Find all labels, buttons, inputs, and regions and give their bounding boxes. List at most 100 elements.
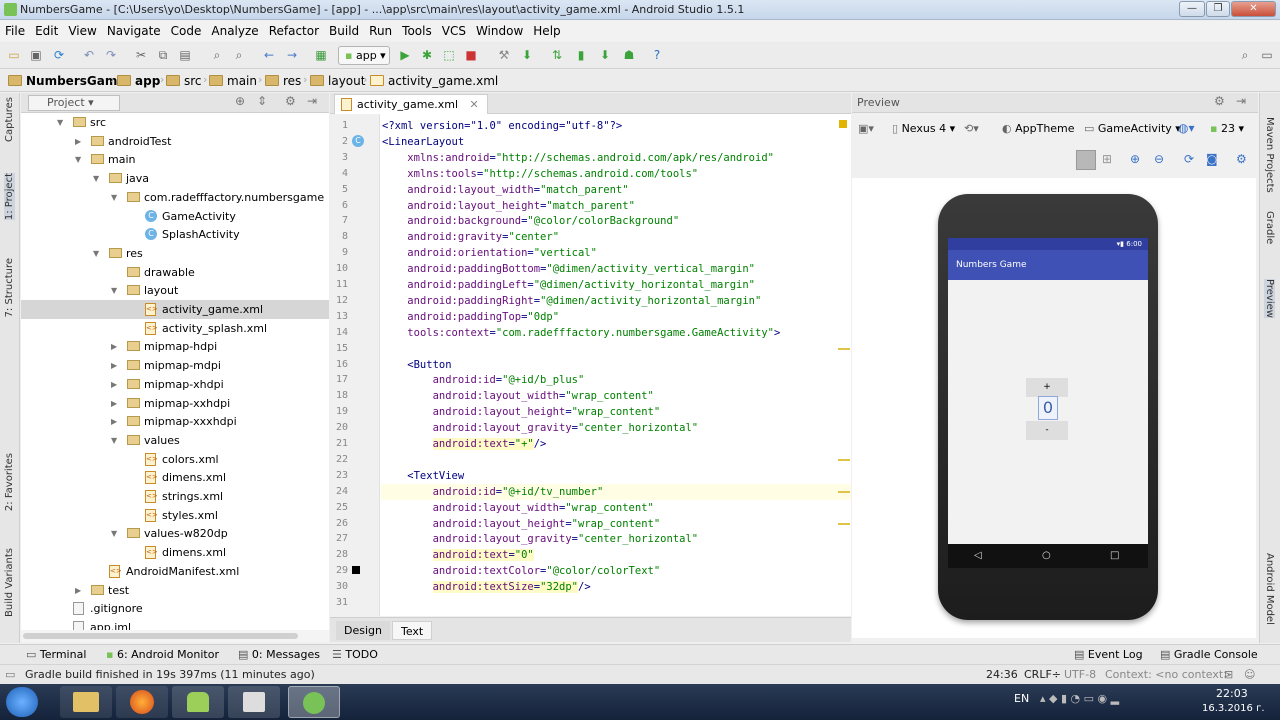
menu-file[interactable]: File	[0, 21, 30, 41]
captures-tab[interactable]: Captures	[4, 97, 15, 142]
menu-analyze[interactable]: Analyze	[206, 21, 263, 41]
hide-icon[interactable]: ⇥	[307, 94, 317, 108]
warning-marker[interactable]	[838, 458, 850, 461]
firefox-taskbar-icon[interactable]	[116, 686, 168, 718]
number-textview-preview[interactable]: 0	[1038, 396, 1058, 420]
tree-item[interactable]: <> dimens.xml	[21, 468, 329, 487]
sync-icon[interactable]: ⟳	[50, 46, 68, 64]
tree-item[interactable]: ▼ res	[21, 244, 329, 263]
maven-projects-tab[interactable]: Maven Projects	[1264, 117, 1275, 193]
back-icon[interactable]: ←	[260, 46, 278, 64]
tree-item[interactable]: .gitignore	[21, 599, 329, 618]
menu-tools[interactable]: Tools	[397, 21, 437, 41]
menu-edit[interactable]: Edit	[30, 21, 63, 41]
project-tab[interactable]: 1: Project	[4, 173, 15, 221]
rendering-options-icon[interactable]: ▣▾	[858, 122, 874, 135]
todo-tab[interactable]: ☰ TODO	[332, 645, 378, 665]
avd-manager-icon[interactable]: ▮	[572, 46, 590, 64]
tree-item[interactable]: ▼ values-w820dp	[21, 524, 329, 543]
hide-icon[interactable]: ⇥	[1236, 94, 1246, 108]
api-dropdown[interactable]: ▪ 23 ▾	[1210, 122, 1244, 135]
breadcrumb-main[interactable]: main	[209, 73, 257, 89]
collapse-all-icon[interactable]: ⇕	[257, 94, 267, 108]
tree-item[interactable]: ▶ mipmap-hdpi	[21, 337, 329, 356]
context-indicator[interactable]: Context: <no context>	[1105, 665, 1232, 685]
favorites-tab[interactable]: 2: Favorites	[4, 453, 15, 511]
tree-item[interactable]: C SplashActivity	[21, 225, 329, 244]
menu-code[interactable]: Code	[166, 21, 207, 41]
android-device-monitor-icon[interactable]: ☗	[620, 46, 638, 64]
tree-item[interactable]: ▶ androidTest	[21, 132, 329, 151]
orientation-icon[interactable]: ⟲▾	[964, 122, 979, 135]
clock-time[interactable]: 22:03	[1216, 687, 1248, 700]
breadcrumb-file[interactable]: activity_game.xml	[370, 73, 498, 89]
forward-icon[interactable]: →	[283, 46, 301, 64]
android-sdk-taskbar-icon[interactable]	[172, 686, 224, 718]
event-log-tab[interactable]: ▤ Event Log	[1074, 645, 1143, 665]
tree-item[interactable]: ▶ test	[21, 581, 329, 600]
tree-item[interactable]: ▶ mipmap-xxhdpi	[21, 394, 329, 413]
breadcrumb-res[interactable]: res	[265, 73, 301, 89]
back-nav-icon[interactable]: ◁	[974, 544, 982, 568]
refresh-icon[interactable]: ⟳	[1184, 152, 1194, 166]
toggle-tool-buttons-icon[interactable]: ▭	[5, 665, 15, 685]
android-model-tab[interactable]: Android Model	[1264, 553, 1275, 625]
expand-arrow-icon[interactable]: ▶	[111, 356, 121, 375]
save-icon[interactable]: ▣	[27, 46, 45, 64]
gradle-console-tab[interactable]: ▤ Gradle Console	[1160, 645, 1258, 665]
help-icon[interactable]: ?	[648, 46, 666, 64]
collapse-arrow-icon[interactable]: ▼	[111, 188, 121, 207]
expand-arrow-icon[interactable]: ▶	[75, 132, 85, 151]
tree-item[interactable]: ▼ layout	[21, 281, 329, 300]
paste-icon[interactable]: ▤	[176, 46, 194, 64]
breadcrumb-numbersgame[interactable]: NumbersGame	[8, 73, 125, 89]
tree-item[interactable]: <> activity_game.xml	[21, 300, 329, 319]
minus-button-preview[interactable]: -	[1026, 421, 1068, 440]
tree-item[interactable]: <> styles.xml	[21, 506, 329, 525]
collapse-arrow-icon[interactable]: ▼	[75, 150, 85, 169]
maximize-button[interactable]: ❐	[1206, 1, 1230, 17]
tree-item[interactable]: ▼ src	[21, 113, 329, 132]
cut-icon[interactable]: ✂	[132, 46, 150, 64]
language-indicator[interactable]: EN	[1014, 692, 1029, 705]
lock-icon[interactable]: ⊡	[1224, 665, 1233, 685]
menu-window[interactable]: Window	[471, 21, 528, 41]
file-encoding[interactable]: UTF-8	[1064, 665, 1096, 685]
messages-tab[interactable]: ▤ 0: Messages	[238, 645, 320, 665]
breadcrumb-layout[interactable]: layout	[310, 73, 365, 89]
attach-debugger-icon[interactable]: ⬚	[440, 46, 458, 64]
redo-icon[interactable]: ↷	[102, 46, 120, 64]
collapse-arrow-icon[interactable]: ▼	[57, 113, 67, 132]
expand-arrow-icon[interactable]: ▶	[111, 412, 121, 431]
warning-marker[interactable]	[838, 522, 850, 525]
structure-tab[interactable]: 7: Structure	[4, 258, 15, 317]
tree-item[interactable]: <> strings.xml	[21, 487, 329, 506]
inspector-icon[interactable]: ☺	[1244, 665, 1255, 685]
app-taskbar-icon[interactable]	[228, 686, 280, 718]
collapse-arrow-icon[interactable]: ▼	[111, 431, 121, 450]
menu-run[interactable]: Run	[364, 21, 397, 41]
tree-item[interactable]: drawable	[21, 263, 329, 282]
expand-arrow-icon[interactable]: ▶	[75, 581, 85, 600]
tree-item[interactable]: ▼ main	[21, 150, 329, 169]
tree-item[interactable]: app.iml	[21, 618, 329, 630]
copy-icon[interactable]: ⧉	[154, 46, 172, 64]
status-message[interactable]: Gradle build finished in 19s 397ms (11 m…	[25, 665, 315, 685]
run-config-dropdown[interactable]: ▪ app ▾	[338, 46, 390, 65]
open-icon[interactable]: ▭	[5, 46, 23, 64]
screenshot-icon[interactable]: ◙	[1206, 152, 1218, 166]
warning-marker[interactable]	[838, 490, 850, 493]
gradle-sync-icon[interactable]: ⇅	[548, 46, 566, 64]
caret-position[interactable]: 24:36	[986, 665, 1018, 685]
collapse-arrow-icon[interactable]: ▼	[93, 244, 103, 263]
android-monitor-tab[interactable]: ▪ 6: Android Monitor	[106, 645, 219, 665]
color-swatch-icon[interactable]	[352, 566, 360, 577]
android-studio-taskbar-icon[interactable]	[288, 686, 340, 718]
expand-arrow-icon[interactable]: ▶	[111, 375, 121, 394]
debug-icon[interactable]: ✱	[418, 46, 436, 64]
build-variants-tab[interactable]: Build Variants	[4, 548, 15, 617]
tab-design[interactable]: Design	[336, 621, 390, 640]
stop-icon[interactable]: ■	[462, 46, 480, 64]
zoom-out-icon[interactable]: ⊖	[1154, 152, 1164, 166]
collapse-arrow-icon[interactable]: ▼	[111, 281, 121, 300]
